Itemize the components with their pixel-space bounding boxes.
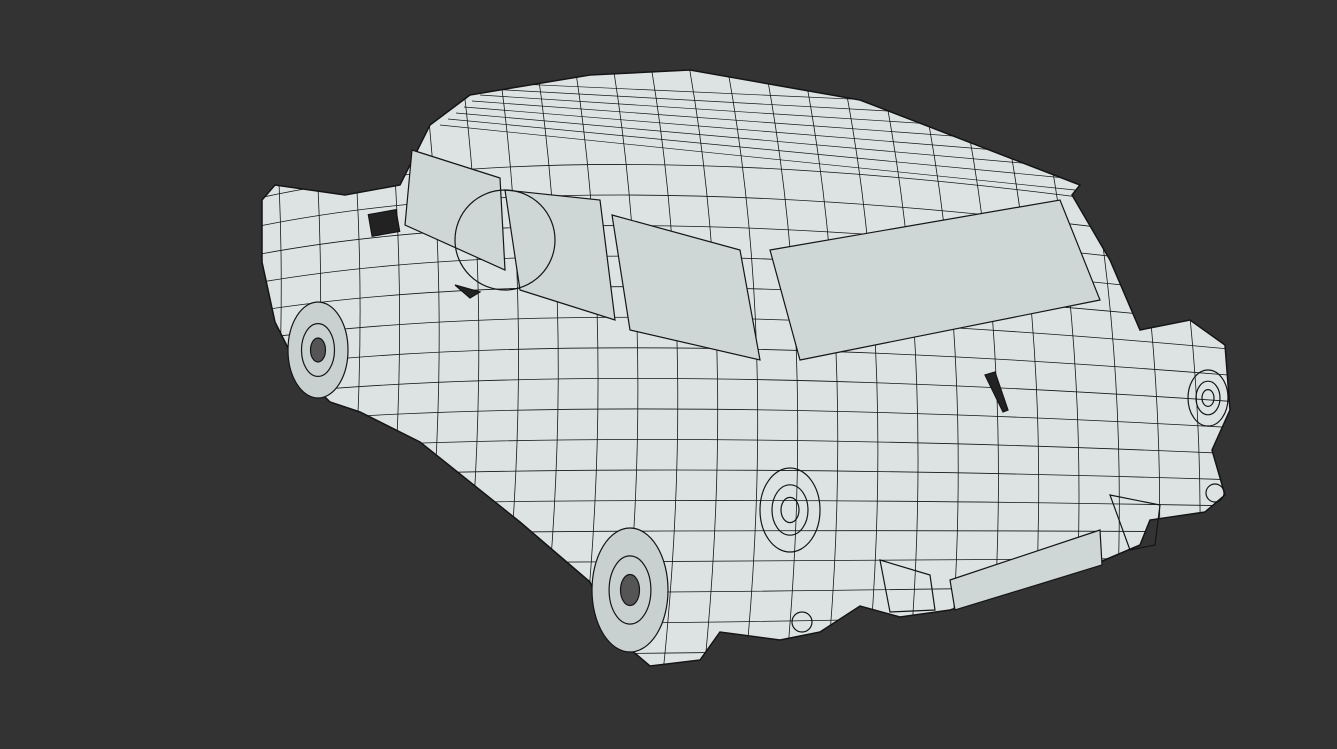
hub-center xyxy=(309,337,327,363)
side-mirror xyxy=(367,209,401,237)
3d-viewport[interactable] xyxy=(0,0,1337,749)
hub-center xyxy=(619,573,641,607)
car-wireframe-model[interactable] xyxy=(0,0,1337,749)
